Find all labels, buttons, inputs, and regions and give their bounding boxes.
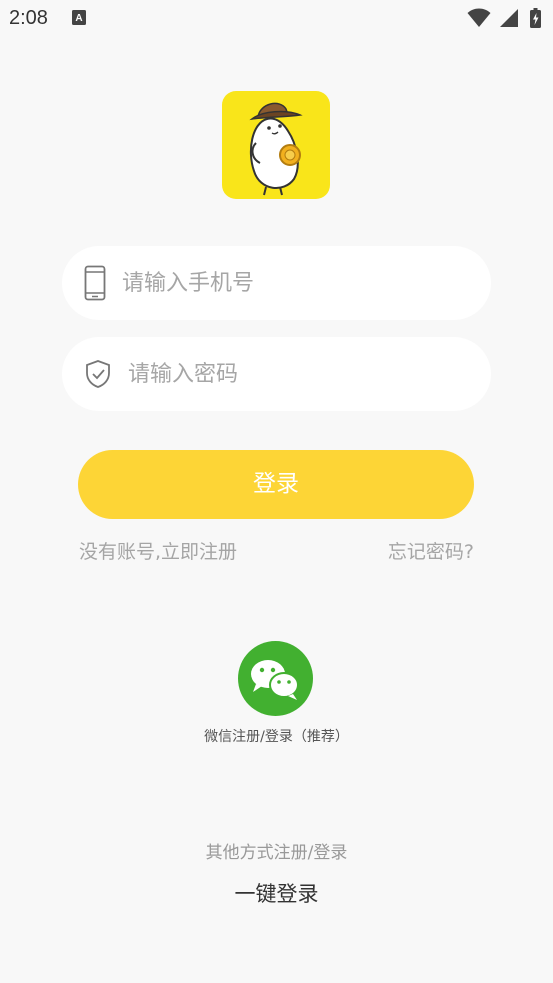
app-logo — [222, 91, 330, 199]
shield-check-icon — [86, 360, 110, 388]
wifi-icon — [467, 8, 491, 27]
app-logo-bean-mascot — [249, 102, 303, 196]
phone-input[interactable] — [122, 246, 422, 320]
phone-icon — [84, 265, 106, 301]
status-time: 2:08 — [9, 7, 48, 29]
status-bar: 2:08 A — [0, 0, 553, 38]
forgot-password-link[interactable]: 忘记密码? — [388, 537, 474, 564]
phone-field — [62, 246, 491, 320]
wechat-login-label: 微信注册/登录（推荐） — [204, 729, 349, 745]
other-methods-label: 其他方式注册/登录 — [205, 843, 348, 863]
battery-icon — [530, 8, 541, 28]
password-field — [62, 337, 491, 411]
login-button[interactable]: 登录 — [78, 450, 474, 519]
password-input[interactable] — [128, 337, 428, 411]
wechat-icon — [251, 660, 299, 700]
wechat-login-button[interactable] — [238, 641, 313, 716]
keyboard-a-icon: A — [72, 10, 86, 25]
register-link[interactable]: 没有账号,立即注册 — [79, 537, 237, 564]
one-click-login-link[interactable]: 一键登录 — [0, 878, 553, 908]
svg-text:A: A — [75, 13, 82, 24]
signal-icon — [500, 9, 518, 27]
